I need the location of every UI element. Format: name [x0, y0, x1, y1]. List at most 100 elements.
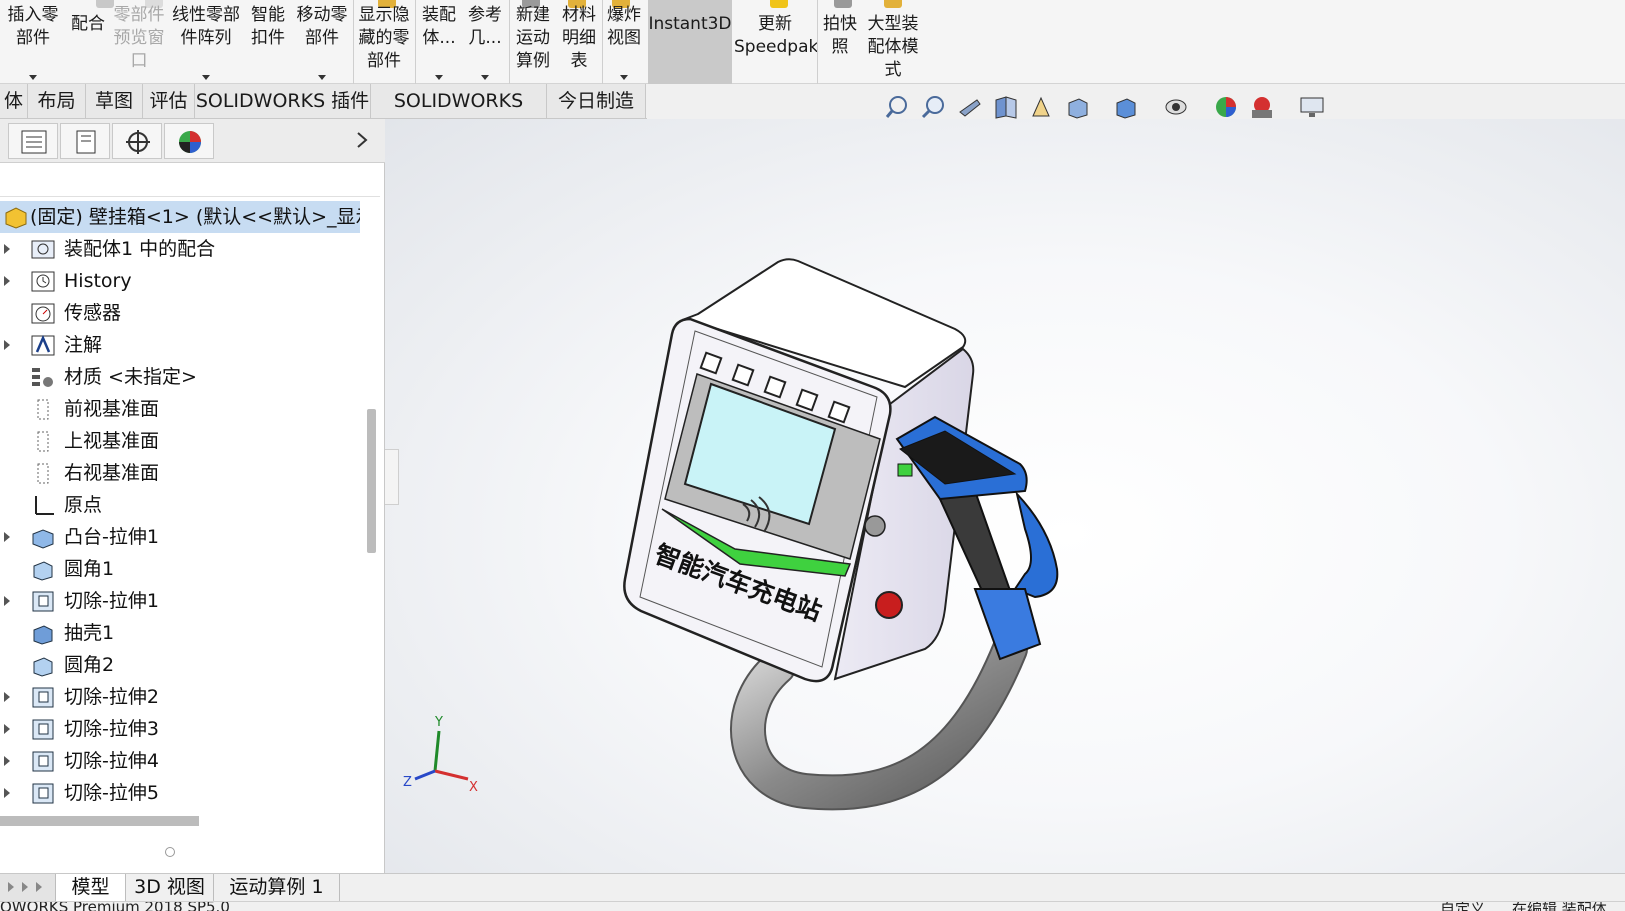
triad-z-label: Z: [403, 775, 412, 790]
panel-splitter[interactable]: [385, 449, 399, 505]
tree-item[interactable]: 抽壳1: [0, 617, 360, 649]
expand-arrow-icon[interactable]: [4, 244, 10, 254]
tree-item-label: 前视基准面: [64, 398, 160, 420]
mate-button[interactable]: 配合: [66, 0, 110, 84]
insert-part-button[interactable]: 插入零 部件: [0, 0, 66, 84]
configuration-manager-tab[interactable]: [112, 123, 162, 159]
tab-evaluate[interactable]: 评估: [143, 84, 195, 118]
new-motion-study-button[interactable]: 新建 运动 算例: [510, 0, 556, 84]
display-style-icon[interactable]: [1113, 94, 1139, 120]
graphics-area[interactable]: 智能汽车充电站 Y X Z: [385, 119, 1625, 873]
edit-appearance-icon[interactable]: [1213, 94, 1239, 120]
zoom-to-area-icon[interactable]: [921, 94, 947, 120]
tree-item[interactable]: 切除-拉伸3: [0, 713, 360, 745]
mates-folder-icon: [31, 240, 55, 259]
status-version: OWORKS Premium 2018 SP5.0: [0, 901, 230, 911]
panel-grip[interactable]: [165, 847, 175, 857]
feature-tree-tab[interactable]: [8, 123, 58, 159]
tab-3d-view[interactable]: 3D 视图: [126, 874, 214, 901]
tab-manufacturing[interactable]: 今日制造: [547, 84, 646, 118]
expand-arrow-icon[interactable]: [4, 596, 10, 606]
charging-station-model[interactable]: 智能汽车充电站 Y X Z: [385, 119, 1625, 873]
view-orientation-icon[interactable]: [1065, 94, 1091, 120]
view-settings-icon[interactable]: [1299, 94, 1325, 120]
previous-view-icon[interactable]: [957, 94, 983, 120]
expand-arrow-icon[interactable]: [4, 692, 10, 702]
status-editing: 在编辑 装配体: [1512, 901, 1607, 911]
tree-item[interactable]: 凸台-拉伸1: [0, 521, 360, 553]
tree-item[interactable]: 圆角1: [0, 553, 360, 585]
assembly-features-button[interactable]: 装配 体...: [416, 0, 462, 84]
expand-arrow-icon[interactable]: [4, 340, 10, 350]
exploded-view-button[interactable]: 爆炸 视图: [603, 0, 645, 84]
large-assembly-mode-button[interactable]: 大型装 配体模 式: [862, 0, 924, 84]
apply-scene-icon[interactable]: [1249, 94, 1275, 120]
zoom-to-fit-icon[interactable]: [885, 94, 911, 120]
property-manager-tab[interactable]: [60, 123, 110, 159]
hide-show-items-icon[interactable]: [1163, 94, 1189, 120]
tab-motion-study-1[interactable]: 运动算例 1: [214, 874, 340, 901]
section-view-icon[interactable]: [993, 94, 1019, 120]
tree-item[interactable]: History: [0, 265, 360, 297]
expand-arrow-icon[interactable]: [4, 532, 10, 542]
update-speedpak-button[interactable]: 更新 Speedpak: [734, 0, 818, 84]
feature-manager-panel: (固定) 壁挂箱<1> (默认<<默认>_显示状 装配体1 中的配合 Histor…: [0, 119, 385, 873]
tree-item[interactable]: 圆角2: [0, 649, 360, 681]
tree-item[interactable]: 原点: [0, 489, 360, 521]
shell-icon: [33, 625, 53, 645]
dynamic-annotation-icon[interactable]: [1029, 94, 1055, 120]
tree-item[interactable]: 上视基准面: [0, 425, 360, 457]
tree-item[interactable]: 切除-拉伸2: [0, 681, 360, 713]
linear-pattern-button[interactable]: 线性零部 件阵列: [168, 0, 244, 84]
expand-arrow-icon[interactable]: [4, 788, 10, 798]
tab-assembly[interactable]: 体: [0, 84, 28, 118]
gun-status-led: [897, 463, 913, 477]
coordinate-triad: Y X Z: [403, 715, 478, 795]
expand-arrow-icon[interactable]: [4, 276, 10, 286]
tab-layout[interactable]: 布局: [28, 84, 86, 118]
tree-item[interactable]: 切除-拉伸5: [0, 777, 360, 809]
tree-item[interactable]: 右视基准面: [0, 457, 360, 489]
solidworks-window: 插入零 部件 配合 零部件 预览窗 口 线性零部 件阵列 智能 扣件 移动零 部…: [0, 0, 1625, 911]
tree-horizontal-scrollbar[interactable]: [0, 816, 199, 826]
move-component-button[interactable]: 移动零 部件: [292, 0, 352, 84]
tree-root-component[interactable]: (固定) 壁挂箱<1> (默认<<默认>_显示状: [0, 201, 360, 233]
tree-item[interactable]: 装配体1 中的配合: [0, 233, 360, 265]
tab-model[interactable]: 模型: [56, 874, 126, 901]
part-preview-button[interactable]: 零部件 预览窗 口: [110, 0, 168, 84]
boss-extrude-icon: [32, 529, 54, 549]
origin-icon: [35, 496, 54, 515]
tree-item[interactable]: 传感器: [0, 297, 360, 329]
fillet-icon: [33, 561, 53, 581]
display-manager-tab[interactable]: [164, 123, 214, 159]
tree-item[interactable]: 切除-拉伸4: [0, 745, 360, 777]
tree-item-label: 切除-拉伸3: [64, 718, 159, 740]
instant3d-button[interactable]: Instant3D: [648, 0, 732, 84]
expand-arrow-icon[interactable]: [4, 756, 10, 766]
tab-sketch[interactable]: 草图: [86, 84, 143, 118]
take-snapshot-button[interactable]: 拍快 照: [818, 0, 862, 84]
show-hidden-components-button[interactable]: 显示隐 藏的零 部件: [354, 0, 414, 84]
tree-item[interactable]: 前视基准面: [0, 393, 360, 425]
tab-scroll-arrows[interactable]: [0, 874, 56, 901]
tree-item[interactable]: 注解: [0, 329, 360, 361]
tree-vertical-scrollbar[interactable]: [367, 409, 376, 553]
tree-item-label: 右视基准面: [64, 462, 160, 484]
tree-item-label: History: [64, 270, 132, 292]
bill-of-materials-button[interactable]: 材料 明细 表: [556, 0, 602, 84]
smart-fastener-button[interactable]: 智能 扣件: [244, 0, 292, 84]
command-manager-ribbon: 插入零 部件 配合 零部件 预览窗 口 线性零部 件阵列 智能 扣件 移动零 部…: [0, 0, 1625, 84]
tab-solidworks-addins[interactable]: SOLIDWORKS 插件: [195, 84, 371, 118]
tree-item[interactable]: 切除-拉伸1: [0, 585, 360, 617]
expand-arrow-icon[interactable]: [4, 724, 10, 734]
tree-item-label: 切除-拉伸2: [64, 686, 159, 708]
tree-item[interactable]: 材质 <未指定>: [0, 361, 360, 393]
tab-solidworks-mbd[interactable]: SOLIDWORKS MBD: [371, 84, 547, 146]
gun-trigger: [1013, 490, 1059, 599]
reference-geometry-button[interactable]: 参考 几...: [462, 0, 508, 84]
tree-item-label: 凸台-拉伸1: [64, 526, 159, 548]
tree-filter-area[interactable]: [0, 165, 380, 197]
plane-icon: [37, 431, 49, 452]
chevron-right-icon[interactable]: [356, 131, 368, 149]
status-units[interactable]: 自定义: [1440, 902, 1485, 911]
